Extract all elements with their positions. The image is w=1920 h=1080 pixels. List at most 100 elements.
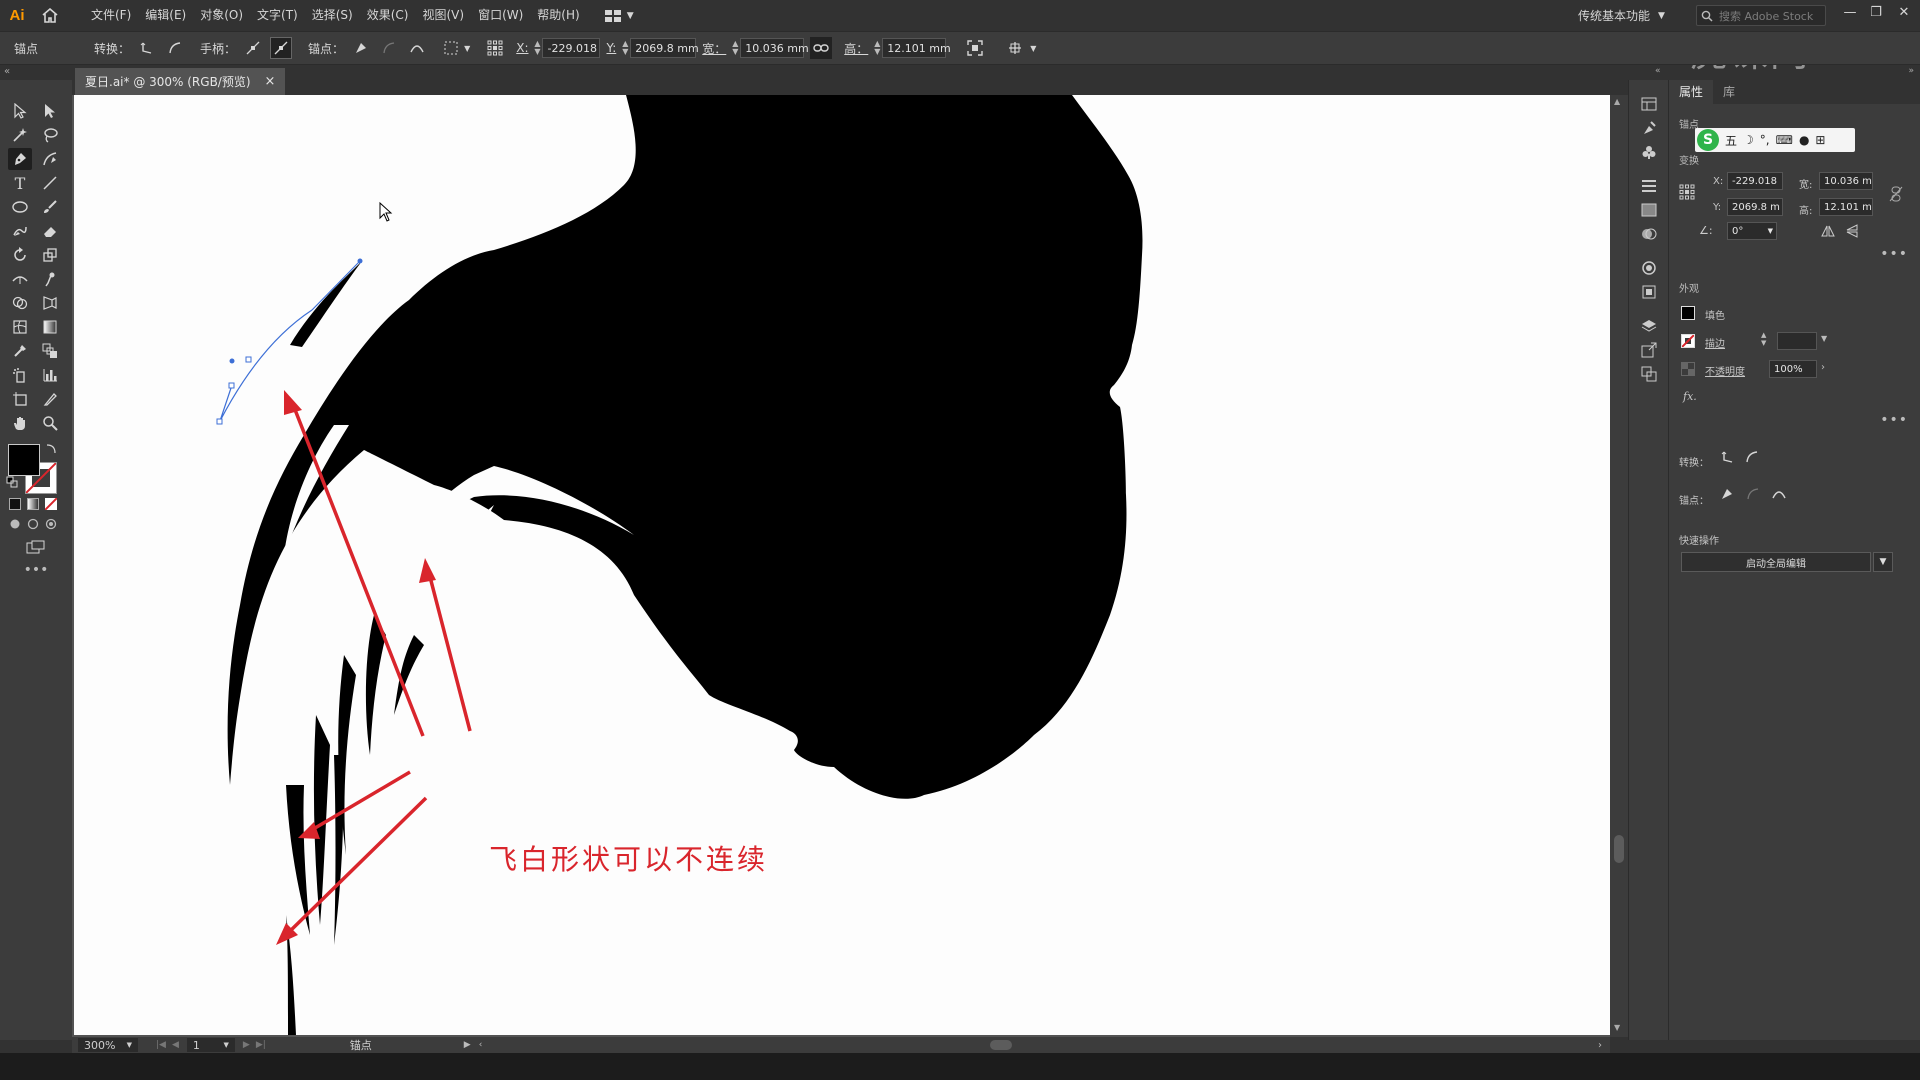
artboards-panel-icon[interactable] [1639, 94, 1659, 114]
collapse-panel-icon[interactable]: » [1908, 66, 1914, 76]
artboard-select[interactable]: 1 ▼ [186, 1038, 235, 1052]
remove-anchor-icon[interactable] [350, 37, 372, 59]
cut-path-icon[interactable] [1771, 486, 1787, 505]
x-field[interactable]: -229.018 [542, 38, 601, 58]
minimize-button[interactable]: — [1836, 0, 1864, 24]
perspective-grid-tool-icon[interactable] [38, 292, 62, 314]
restore-button[interactable]: ❐ [1862, 0, 1890, 24]
menu-view[interactable]: 视图(V) [415, 0, 471, 31]
height-field[interactable]: 12.101 mm [882, 38, 951, 58]
shaper-tool-icon[interactable] [8, 220, 32, 242]
height-stepper[interactable]: ▲ ▼ [872, 40, 882, 56]
handle-point[interactable] [357, 258, 363, 264]
close-tab-icon[interactable]: × [265, 74, 276, 89]
transparency-panel-icon[interactable] [1639, 224, 1659, 244]
document-tab[interactable]: 夏日.ai* @ 300% (RGB/预览) × [75, 68, 286, 95]
graphic-styles-icon[interactable] [1639, 282, 1659, 302]
height-field[interactable]: 12.101 m [1819, 198, 1873, 216]
stroke-label[interactable]: 描边 [1705, 335, 1725, 350]
selected-stroke-shape[interactable] [290, 261, 362, 347]
draw-behind-icon[interactable] [24, 516, 42, 532]
zoom-tool-icon[interactable] [38, 412, 62, 434]
handle-point[interactable] [229, 358, 235, 364]
mesh-tool-icon[interactable] [8, 316, 32, 338]
zoom-select[interactable]: 300% ▼ [78, 1038, 138, 1052]
anchor-point[interactable] [228, 382, 235, 389]
screen-mode-icon[interactable] [22, 538, 50, 556]
scroll-down-icon[interactable]: ▼ [1614, 1023, 1620, 1032]
flip-vertical-icon[interactable] [1845, 224, 1859, 241]
stroke-weight-stepper[interactable]: ▲ ▼ [1761, 331, 1766, 347]
prev-artboard-icon[interactable]: ◀ [172, 1040, 179, 1050]
more-options-icon[interactable]: ••• [1880, 412, 1908, 428]
anchor-point[interactable] [216, 418, 223, 425]
align-to-icon[interactable] [1004, 37, 1026, 59]
x-field[interactable]: -229.018 [1727, 172, 1783, 190]
eyedropper-tool-icon[interactable] [8, 340, 32, 362]
selection-tool-icon[interactable] [8, 100, 32, 122]
rotate-tool-icon[interactable] [8, 244, 32, 266]
hide-handles-icon[interactable] [270, 37, 293, 59]
collapse-toolbar-icon[interactable]: « [4, 66, 10, 77]
connect-anchor-icon[interactable] [1745, 486, 1761, 505]
gradient-mode-icon[interactable] [24, 496, 42, 512]
status-menu-icon[interactable]: ▶ [464, 1040, 471, 1050]
constrain-proportions-icon[interactable] [1889, 186, 1903, 205]
anchor-point[interactable] [245, 356, 252, 363]
line-tool-icon[interactable] [38, 172, 62, 194]
lasso-tool-icon[interactable] [38, 124, 62, 146]
convert-to-smooth-icon[interactable] [1745, 450, 1759, 467]
convert-to-smooth-icon[interactable] [164, 37, 186, 59]
next-artboard-icon[interactable]: ▶ [243, 1040, 250, 1050]
symbols-panel-icon[interactable] [1639, 142, 1659, 162]
artboard-tool-icon[interactable] [8, 388, 32, 410]
convert-to-corner-icon[interactable] [136, 37, 158, 59]
puppet-warp-tool-icon[interactable] [38, 268, 62, 290]
menu-help[interactable]: 帮助(H) [530, 0, 586, 31]
menu-effect[interactable]: 效果(C) [360, 0, 416, 31]
direct-selection-tool-icon[interactable] [38, 100, 62, 122]
shape-builder-tool-icon[interactable] [8, 292, 32, 314]
pathfinder-icon[interactable] [1639, 364, 1659, 384]
menu-type[interactable]: 文字(T) [250, 0, 305, 31]
remove-anchor-icon[interactable] [1719, 486, 1735, 505]
workspace-switcher[interactable]: 传统基本功能 ▼ [1578, 0, 1665, 31]
blend-tool-icon[interactable] [38, 340, 62, 362]
width-stepper[interactable]: ▲ ▼ [730, 40, 740, 56]
y-field[interactable]: 2069.8 m [1727, 198, 1783, 216]
tab-properties[interactable]: 属性 [1669, 80, 1714, 104]
curvature-tool-icon[interactable] [38, 148, 62, 170]
ellipse-tool-icon[interactable] [8, 196, 32, 218]
flip-horizontal-icon[interactable] [1821, 224, 1835, 241]
fx-button[interactable]: fx. [1683, 390, 1697, 403]
appearance-panel-icon[interactable] [1639, 258, 1659, 278]
vertical-scroll-thumb[interactable] [1614, 835, 1624, 863]
paintbrush-tool-icon[interactable] [38, 196, 62, 218]
rotation-field[interactable]: 0° ▼ [1727, 222, 1777, 240]
hand-tool-icon[interactable] [8, 412, 32, 434]
arrange-documents-button[interactable]: ▼ [604, 9, 634, 22]
hair-tail-6[interactable] [334, 755, 344, 945]
none-mode-icon[interactable] [42, 496, 60, 512]
menu-window[interactable]: 窗口(W) [471, 0, 530, 31]
opacity-label[interactable]: 不透明度 [1705, 363, 1745, 378]
asset-export-icon[interactable] [1639, 340, 1659, 360]
stroke-panel-icon[interactable] [1639, 176, 1659, 196]
draw-normal-icon[interactable] [6, 516, 24, 532]
chevron-right-icon[interactable]: › [1821, 362, 1825, 373]
artwork-svg[interactable] [74, 95, 1610, 1035]
menu-object[interactable]: 对象(O) [193, 0, 250, 31]
layers-panel-icon[interactable] [1639, 316, 1659, 336]
more-tools-icon[interactable]: ••• [22, 562, 50, 578]
chevron-down-icon[interactable]: ▼ [1821, 334, 1827, 343]
stroke-weight-field[interactable] [1777, 332, 1817, 350]
isolate-icon[interactable] [442, 37, 464, 59]
vertical-scrollbar[interactable]: ▲ ▼ [1610, 95, 1628, 1037]
y-stepper[interactable]: ▲ ▼ [620, 40, 630, 56]
slice-tool-icon[interactable] [38, 388, 62, 410]
scroll-left-icon[interactable]: ‹ [479, 1040, 483, 1050]
connect-anchor-icon[interactable] [378, 37, 400, 59]
column-graph-tool-icon[interactable] [38, 364, 62, 386]
brushes-panel-icon[interactable] [1639, 118, 1659, 138]
ime-toolbar[interactable]: S 五 ☽ °, ⌨ ● ⊞ [1695, 128, 1855, 152]
